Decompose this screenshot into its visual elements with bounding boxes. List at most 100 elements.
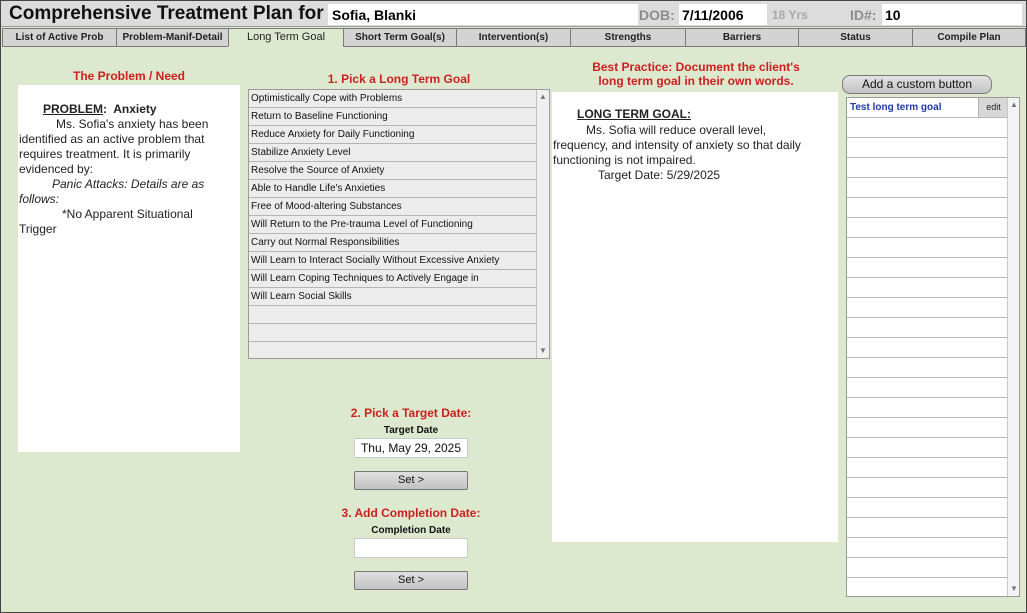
tab-problem-manif-detail[interactable]: Problem-Manif-Detail bbox=[116, 28, 229, 47]
custom-item-empty[interactable] bbox=[847, 238, 1008, 258]
goal-option[interactable]: Reduce Anxiety for Daily Functioning bbox=[249, 126, 537, 144]
problem-panel: PROBLEM: Anxiety Ms. Sofia's anxiety has… bbox=[18, 85, 240, 452]
completion-date-heading: 3. Add Completion Date: bbox=[341, 506, 481, 520]
tab-bar: List of Active Prob Problem-Manif-Detail… bbox=[1, 28, 1026, 47]
goal-list-scrollbar[interactable]: ▲ ▼ bbox=[536, 90, 549, 358]
scroll-down-icon[interactable]: ▼ bbox=[1010, 584, 1018, 594]
custom-item-empty[interactable] bbox=[847, 298, 1008, 318]
header-bar: Comprehensive Treatment Plan for Sofia, … bbox=[1, 1, 1026, 27]
edit-button[interactable]: edit bbox=[978, 98, 1008, 117]
custom-item-label[interactable]: Test long term goal bbox=[850, 102, 942, 113]
goal-option[interactable]: Return to Baseline Functioning bbox=[249, 108, 537, 126]
goal-option[interactable]: Will Learn to Interact Socially Without … bbox=[249, 252, 537, 270]
problem-line: evidenced by: bbox=[19, 162, 94, 176]
goal-option-empty[interactable] bbox=[249, 342, 537, 358]
custom-item-empty[interactable] bbox=[847, 458, 1008, 478]
goal-option[interactable]: Will Learn Coping Techniques to Actively… bbox=[249, 270, 537, 288]
problem-line: Panic Attacks: Details are as bbox=[52, 177, 205, 191]
ltg-target-date: Target Date: 5/29/2025 bbox=[598, 168, 721, 182]
problem-label: PROBLEM bbox=[43, 102, 103, 116]
tab-short-term-goals[interactable]: Short Term Goal(s) bbox=[343, 28, 457, 47]
problem-line: requires treatment. It is primarily bbox=[19, 147, 191, 161]
tab-barriers[interactable]: Barriers bbox=[685, 28, 799, 47]
custom-item-empty[interactable] bbox=[847, 218, 1008, 238]
custom-item-empty[interactable] bbox=[847, 358, 1008, 378]
custom-item-empty[interactable] bbox=[847, 118, 1008, 138]
best-practice-line: Best Practice: Document the client's bbox=[592, 60, 800, 74]
goal-option[interactable]: Free of Mood-altering Substances bbox=[249, 198, 537, 216]
set-completion-date-button[interactable]: Set > bbox=[354, 571, 468, 590]
problem-line: Trigger bbox=[19, 222, 57, 236]
long-term-goal-heading: LONG TERM GOAL: bbox=[577, 107, 691, 121]
tab-interventions[interactable]: Intervention(s) bbox=[456, 28, 571, 47]
dob-field[interactable]: 7/11/2006 bbox=[679, 4, 767, 25]
completion-date-label: Completion Date bbox=[371, 525, 451, 536]
custom-item-empty[interactable] bbox=[847, 538, 1008, 558]
problem-name: Anxiety bbox=[113, 102, 157, 116]
custom-item-empty[interactable] bbox=[847, 198, 1008, 218]
goal-option[interactable]: Optimistically Cope with Problems bbox=[249, 90, 537, 108]
target-date-label: Target Date bbox=[383, 425, 439, 436]
custom-item-empty[interactable] bbox=[847, 418, 1008, 438]
tab-long-term-goal[interactable]: Long Term Goal bbox=[228, 28, 344, 47]
goal-option[interactable]: Will Learn Social Skills bbox=[249, 288, 537, 306]
custom-item-empty[interactable] bbox=[847, 338, 1008, 358]
age-label: 18 Yrs bbox=[772, 8, 808, 22]
custom-item-empty[interactable] bbox=[847, 138, 1008, 158]
problem-description: Ms. Sofia's anxiety has been identified … bbox=[19, 117, 229, 237]
goal-option-empty[interactable] bbox=[249, 306, 537, 324]
goal-option[interactable]: Will Return to the Pre-trauma Level of F… bbox=[249, 216, 537, 234]
custom-item-empty[interactable] bbox=[847, 278, 1008, 298]
treatment-plan-window: Comprehensive Treatment Plan for Sofia, … bbox=[0, 0, 1027, 613]
tab-list-of-active-prob[interactable]: List of Active Prob bbox=[2, 28, 117, 47]
set-target-date-button[interactable]: Set > bbox=[354, 471, 468, 490]
custom-item[interactable]: Test long term goal edit bbox=[847, 98, 1008, 118]
page-title: Comprehensive Treatment Plan for bbox=[9, 3, 324, 24]
problem-title: PROBLEM: Anxiety bbox=[43, 102, 157, 116]
goal-option[interactable]: Stabilize Anxiety Level bbox=[249, 144, 537, 162]
problem-line: identified as an active problem that bbox=[19, 132, 205, 146]
custom-item-empty[interactable] bbox=[847, 258, 1008, 278]
id-field[interactable]: 10 bbox=[882, 4, 1022, 25]
ltg-line: frequency, and intensity of anxiety so t… bbox=[553, 138, 801, 152]
custom-item-empty[interactable] bbox=[847, 318, 1008, 338]
custom-button-list: Test long term goal edit ▲ ▼ bbox=[846, 97, 1020, 597]
scroll-up-icon[interactable]: ▲ bbox=[1010, 100, 1018, 110]
long-term-goal-text: Ms. Sofia will reduce overall level, fre… bbox=[553, 123, 835, 168]
long-term-goal-panel[interactable]: LONG TERM GOAL: Ms. Sofia will reduce ov… bbox=[552, 92, 838, 542]
custom-item-empty[interactable] bbox=[847, 438, 1008, 458]
completion-date-field[interactable] bbox=[354, 538, 468, 558]
scroll-down-icon[interactable]: ▼ bbox=[539, 346, 547, 356]
pick-goal-heading: 1. Pick a Long Term Goal bbox=[327, 72, 471, 86]
scroll-up-icon[interactable]: ▲ bbox=[539, 92, 547, 102]
best-practice-line: long term goal in their own words. bbox=[598, 74, 794, 88]
goal-list: Optimistically Cope with Problems Return… bbox=[248, 89, 550, 359]
add-custom-button[interactable]: Add a custom button bbox=[842, 75, 992, 94]
tab-strengths[interactable]: Strengths bbox=[570, 28, 686, 47]
custom-item-empty[interactable] bbox=[847, 398, 1008, 418]
custom-list-scrollbar[interactable]: ▲ ▼ bbox=[1007, 98, 1019, 596]
ltg-line: functioning is not impaired. bbox=[553, 153, 696, 167]
tab-compile-plan[interactable]: Compile Plan bbox=[912, 28, 1026, 47]
custom-item-empty[interactable] bbox=[847, 518, 1008, 538]
problem-heading: The Problem / Need bbox=[72, 69, 186, 83]
goal-option[interactable]: Carry out Normal Responsibilities bbox=[249, 234, 537, 252]
tab-status[interactable]: Status bbox=[798, 28, 913, 47]
client-name-field[interactable]: Sofia, Blanki bbox=[328, 4, 638, 25]
goal-option-empty[interactable] bbox=[249, 324, 537, 342]
target-date-heading: 2. Pick a Target Date: bbox=[350, 406, 472, 420]
custom-item-empty[interactable] bbox=[847, 158, 1008, 178]
custom-item-empty[interactable] bbox=[847, 498, 1008, 518]
goal-option[interactable]: Resolve the Source of Anxiety bbox=[249, 162, 537, 180]
problem-line: follows: bbox=[19, 192, 60, 206]
custom-item-empty[interactable] bbox=[847, 478, 1008, 498]
custom-item-empty[interactable] bbox=[847, 178, 1008, 198]
custom-item-empty[interactable] bbox=[847, 378, 1008, 398]
best-practice-note: Best Practice: Document the client's lon… bbox=[561, 60, 831, 88]
target-date-field[interactable]: Thu, May 29, 2025 bbox=[354, 438, 468, 458]
problem-line: *No Apparent Situational bbox=[62, 207, 193, 221]
dob-label: DOB: bbox=[639, 7, 675, 23]
goal-option[interactable]: Able to Handle Life's Anxieties bbox=[249, 180, 537, 198]
custom-item-empty[interactable] bbox=[847, 558, 1008, 578]
ltg-line: Ms. Sofia will reduce overall level, bbox=[586, 123, 767, 137]
